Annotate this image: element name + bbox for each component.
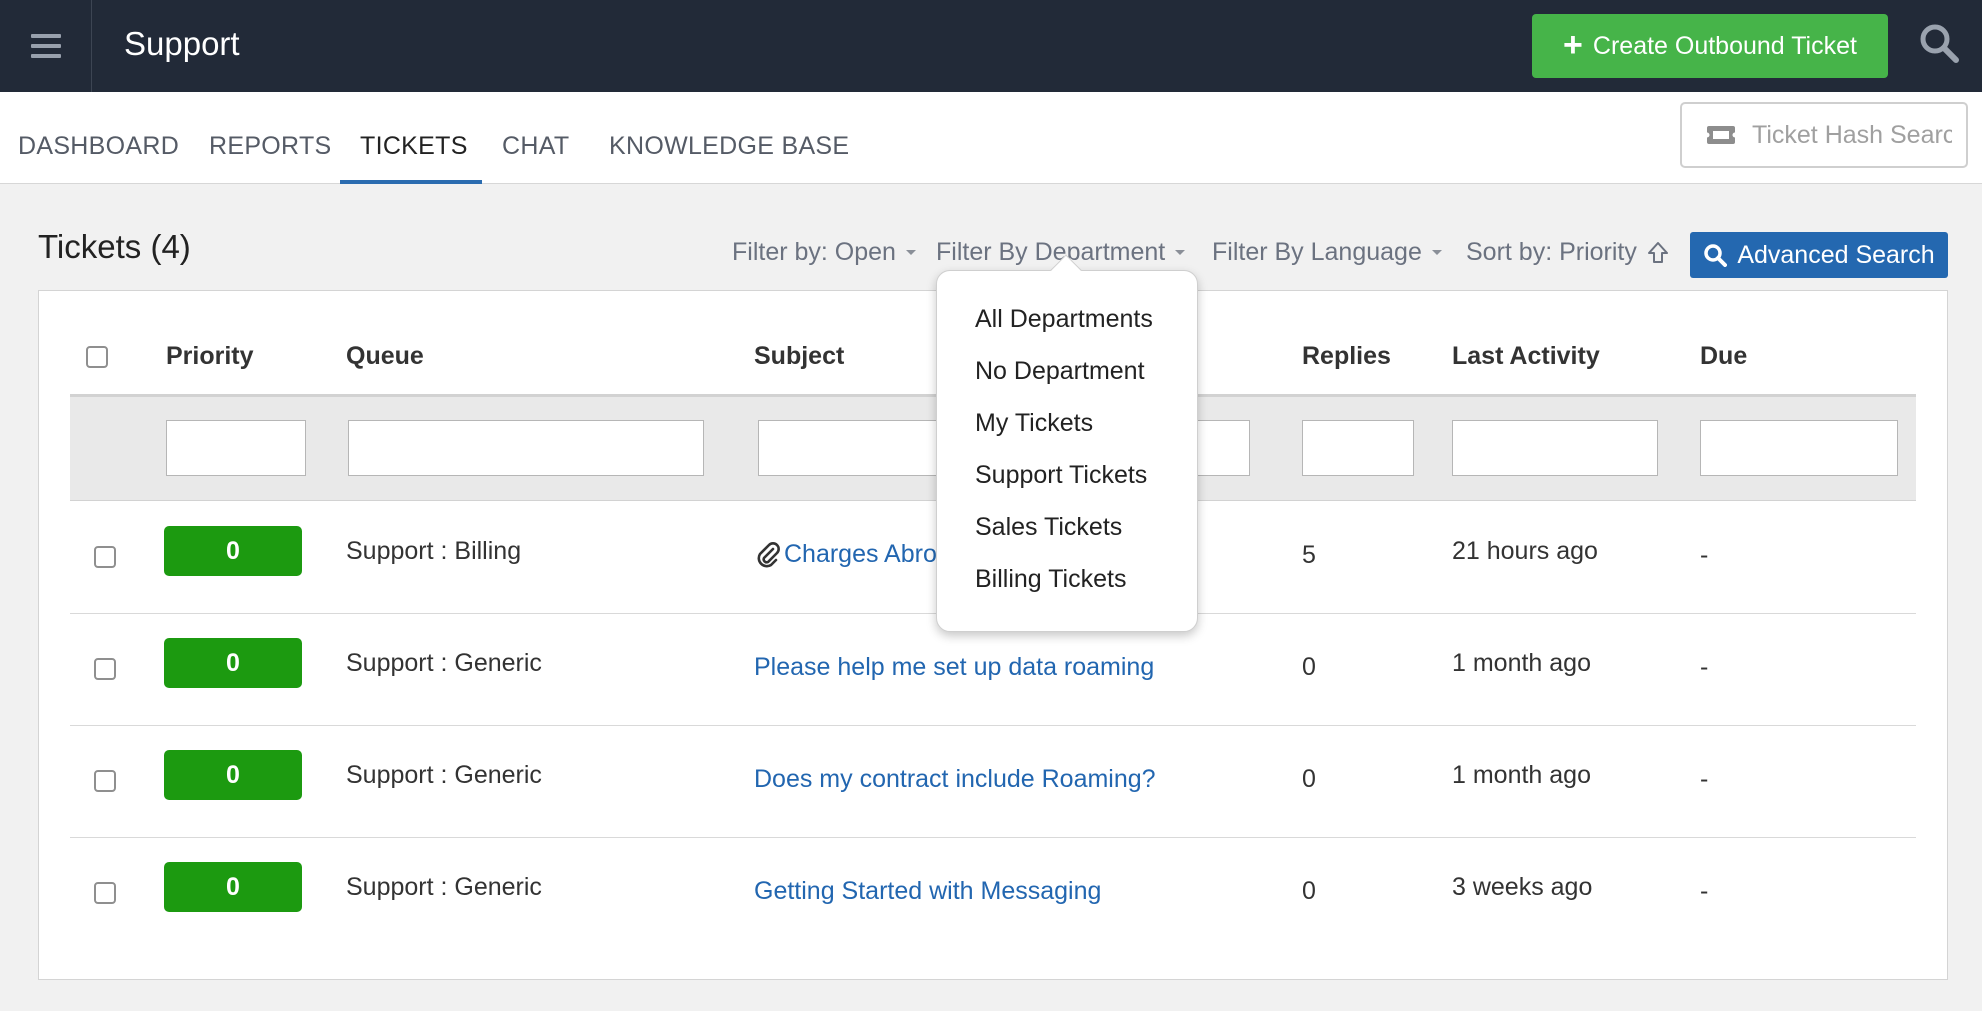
column-header-queue[interactable]: Queue <box>346 342 424 371</box>
ticket-subject-link[interactable]: Charges Abro <box>784 540 937 569</box>
row-checkbox[interactable] <box>94 770 116 792</box>
replies-cell: 0 <box>1302 653 1316 681</box>
dropdown-item-my-tickets[interactable]: My Tickets <box>937 403 1197 455</box>
replies-cell: 0 <box>1302 877 1316 905</box>
replies-cell: 0 <box>1302 765 1316 793</box>
priority-badge: 0 <box>164 862 302 912</box>
priority-badge: 0 <box>164 638 302 688</box>
ticket-hash-search-input[interactable] <box>1752 120 1952 150</box>
sort-priority[interactable]: Sort by: Priority <box>1466 238 1669 267</box>
top-bar: Support + Create Outbound Ticket <box>0 0 1982 92</box>
paperclip-icon <box>757 541 780 567</box>
app-title: Support <box>124 25 240 62</box>
filter-status-label: Filter by: Open <box>732 238 896 266</box>
plus-icon: + <box>1563 25 1583 64</box>
filter-department-label: Filter By Department <box>936 238 1166 266</box>
filter-language[interactable]: Filter By Language <box>1212 238 1442 267</box>
queue-cell: Support : Generic <box>346 761 542 789</box>
tab-chat[interactable]: CHAT <box>502 92 569 184</box>
due-cell: - <box>1700 765 1709 793</box>
filter-language-label: Filter By Language <box>1212 238 1422 266</box>
ticket-subject-link[interactable]: Getting Started with Messaging <box>754 877 1101 906</box>
dropdown-item-billing-tickets[interactable]: Billing Tickets <box>937 559 1197 611</box>
queue-filter-input[interactable] <box>348 420 704 476</box>
select-all-checkbox[interactable] <box>86 346 108 368</box>
tab-dashboard[interactable]: DASHBOARD <box>18 92 179 184</box>
replies-cell: 5 <box>1302 541 1316 569</box>
ticket-subject-link[interactable]: Please help me set up data roaming <box>754 653 1154 682</box>
hamburger-icon[interactable] <box>0 0 92 92</box>
tab-knowledge-base[interactable]: KNOWLEDGE BASE <box>609 92 849 184</box>
priority-badge: 0 <box>164 526 302 576</box>
column-header-last-activity[interactable]: Last Activity <box>1452 342 1600 371</box>
dropdown-item-support-tickets[interactable]: Support Tickets <box>937 455 1197 507</box>
last-activity-cell: 3 weeks ago <box>1452 873 1593 901</box>
last-activity-filter-input[interactable] <box>1452 420 1658 476</box>
column-header-subject[interactable]: Subject <box>754 342 844 371</box>
due-filter-input[interactable] <box>1700 420 1898 476</box>
create-outbound-ticket-button[interactable]: + Create Outbound Ticket <box>1532 14 1888 78</box>
caret-down-icon <box>1175 250 1186 255</box>
sort-up-arrow-icon <box>1647 241 1668 263</box>
advanced-search-button[interactable]: Advanced Search <box>1690 232 1948 278</box>
queue-cell: Support : Generic <box>346 873 542 901</box>
column-header-due[interactable]: Due <box>1700 342 1747 371</box>
subject-cell: Charges Abro <box>756 540 937 569</box>
row-checkbox[interactable] <box>94 658 116 680</box>
nav-bar: DASHBOARD REPORTS TICKETS CHAT KNOWLEDGE… <box>0 92 1982 184</box>
filter-status[interactable]: Filter by: Open <box>732 238 916 267</box>
due-cell: - <box>1700 653 1709 681</box>
ticket-hash-search[interactable] <box>1680 102 1968 168</box>
sort-label: Sort by: Priority <box>1466 238 1637 266</box>
search-icon <box>1704 244 1728 267</box>
queue-cell: Support : Billing <box>346 537 522 565</box>
row-checkbox[interactable] <box>94 546 116 568</box>
priority-badge: 0 <box>164 750 302 800</box>
dropdown-item-no-department[interactable]: No Department <box>937 351 1197 403</box>
search-icon[interactable] <box>1918 22 1960 64</box>
advanced-search-label: Advanced Search <box>1737 240 1935 269</box>
dropdown-item-all-departments[interactable]: All Departments <box>937 299 1197 351</box>
tab-tickets[interactable]: TICKETS <box>340 92 482 184</box>
row-divider <box>70 725 1916 726</box>
ticket-subject-link[interactable]: Does my contract include Roaming? <box>754 765 1156 794</box>
last-activity-cell: 1 month ago <box>1452 649 1591 677</box>
column-header-priority[interactable]: Priority <box>166 342 254 371</box>
caret-down-icon <box>905 250 916 255</box>
due-cell: - <box>1700 541 1709 569</box>
replies-filter-input[interactable] <box>1302 420 1414 476</box>
page-title: Tickets (4) <box>38 228 191 265</box>
ticket-icon <box>1706 126 1736 144</box>
row-divider <box>70 837 1916 838</box>
queue-cell: Support : Generic <box>346 649 542 677</box>
last-activity-cell: 21 hours ago <box>1452 537 1598 565</box>
column-header-replies[interactable]: Replies <box>1302 342 1391 371</box>
last-activity-cell: 1 month ago <box>1452 761 1591 789</box>
row-checkbox[interactable] <box>94 882 116 904</box>
department-dropdown-menu: All Departments No Department My Tickets… <box>936 254 1198 632</box>
create-outbound-ticket-label: Create Outbound Ticket <box>1592 31 1857 60</box>
priority-filter-input[interactable] <box>166 420 306 476</box>
dropdown-item-sales-tickets[interactable]: Sales Tickets <box>937 507 1197 559</box>
tab-reports[interactable]: REPORTS <box>209 92 332 184</box>
due-cell: - <box>1700 877 1709 905</box>
caret-down-icon <box>1431 250 1442 255</box>
